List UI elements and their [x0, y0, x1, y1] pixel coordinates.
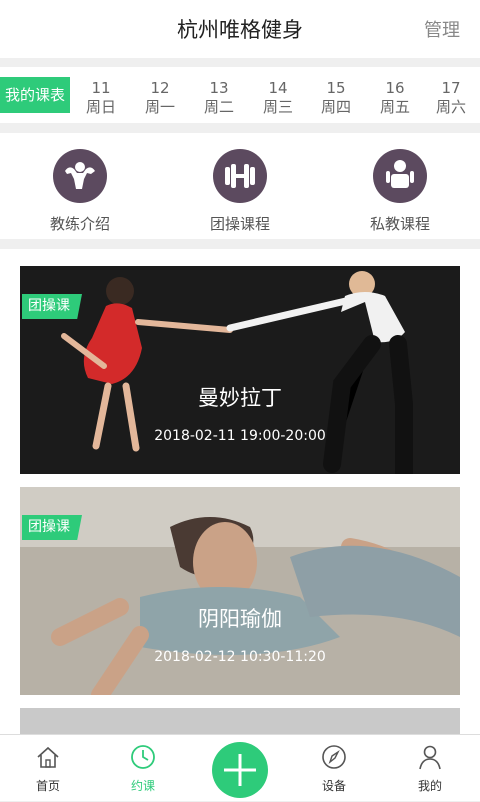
coach-intro-label: 教练介绍 [49, 215, 110, 233]
class-tag: 团操课 [22, 294, 82, 319]
tab-home-label: 首页 [35, 779, 60, 793]
home-icon [37, 746, 59, 768]
class-name: 阴阳瑜伽 [198, 607, 282, 631]
day-weekday: 周二 [203, 98, 234, 116]
tab-home[interactable]: 首页 [8, 743, 88, 794]
private-class-label: 私教课程 [369, 215, 430, 233]
quick-links: 教练介绍 团操课程 私教课程 [0, 133, 480, 239]
day-weekday: 周三 [262, 98, 293, 116]
class-list: 团操课 曼妙拉丁 2018-02-11 19:00-20:00 团操课 阴阳瑜伽… [0, 249, 480, 734]
date-selector: 我的课表 11 周日 12 周一 13 周二 14 周三 15 周四 16 周五… [0, 67, 480, 123]
tab-book-label: 约课 [130, 779, 155, 793]
my-schedule-button[interactable]: 我的课表 [0, 77, 70, 113]
day-12[interactable]: 12 周一 [131, 79, 189, 117]
private-class-link[interactable]: 私教课程 [340, 149, 460, 234]
tab-mine-label: 我的 [417, 779, 442, 793]
day-weekday: 周日 [85, 98, 116, 116]
day-weekday: 周四 [320, 98, 351, 116]
class-card[interactable] [20, 708, 460, 734]
add-button[interactable] [212, 742, 268, 798]
class-time: 2018-02-12 10:30-11:20 [154, 649, 326, 665]
bottom-nav: 首页 约课 设备 我的 [0, 734, 480, 801]
day-weekday: 周一 [144, 98, 175, 116]
clock-icon [131, 745, 155, 769]
page-title: 杭州唯格健身 [177, 18, 303, 42]
tab-device[interactable]: 设备 [294, 743, 374, 794]
tab-device-label: 设备 [321, 779, 346, 793]
day-13[interactable]: 13 周二 [190, 79, 248, 117]
day-15[interactable]: 15 周四 [307, 79, 365, 117]
day-16[interactable]: 16 周五 [366, 79, 424, 117]
day-number: 11 [91, 79, 111, 97]
user-icon [419, 745, 441, 770]
class-card[interactable]: 团操课 曼妙拉丁 2018-02-11 19:00-20:00 [20, 266, 460, 474]
group-class-link[interactable]: 团操课程 [180, 149, 300, 234]
class-card[interactable]: 团操课 阴阳瑜伽 2018-02-12 10:30-11:20 [20, 487, 460, 695]
day-17[interactable]: 17 周六 [422, 79, 480, 117]
compass-icon [322, 745, 346, 769]
day-weekday: 周五 [379, 98, 410, 116]
day-number: 16 [385, 79, 405, 97]
manage-button[interactable]: 管理 [424, 16, 460, 42]
day-number: 15 [326, 79, 346, 97]
day-number: 17 [441, 79, 461, 97]
tab-mine[interactable]: 我的 [390, 743, 470, 794]
day-number: 13 [209, 79, 229, 97]
group-class-label: 团操课程 [209, 215, 270, 233]
day-14[interactable]: 14 周三 [249, 79, 307, 117]
muscle-icon [53, 149, 107, 203]
day-number: 12 [150, 79, 170, 97]
day-weekday: 周六 [435, 98, 466, 116]
day-11[interactable]: 11 周日 [72, 79, 130, 117]
tab-book[interactable]: 约课 [103, 743, 183, 794]
coach-intro-link[interactable]: 教练介绍 [20, 149, 140, 234]
class-name: 曼妙拉丁 [198, 386, 282, 410]
top-bar: 杭州唯格健身 管理 [0, 0, 480, 58]
trainer-icon [373, 149, 427, 203]
class-time: 2018-02-11 19:00-20:00 [154, 428, 326, 444]
day-number: 14 [268, 79, 288, 97]
class-tag: 团操课 [22, 515, 82, 540]
dumbbell-icon [213, 149, 267, 203]
plus-icon [224, 754, 256, 786]
